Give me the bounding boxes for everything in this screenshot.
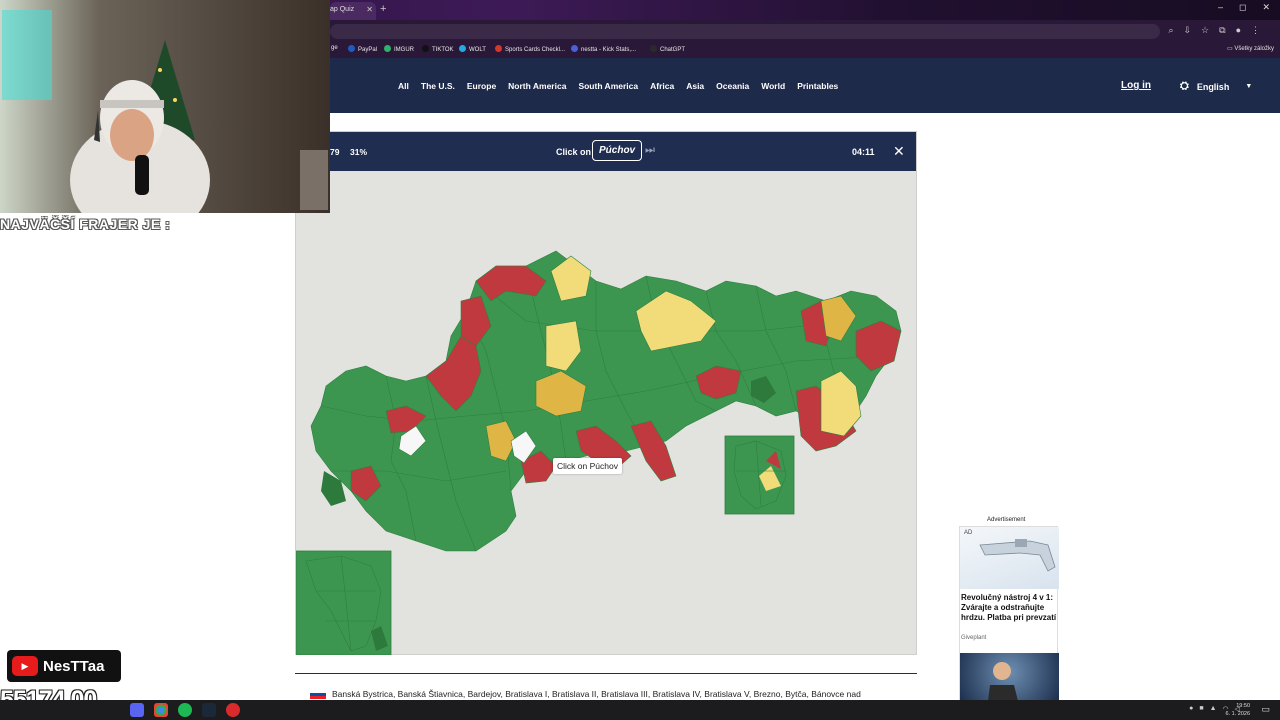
tray-icon[interactable]: ■ — [1199, 705, 1203, 713]
skip-next-icon[interactable]: ⏭ — [645, 144, 655, 157]
quiz-header: 79 31% Click on Púchov ⏭ 04:11 ✕ — [296, 132, 916, 171]
profile-icon[interactable]: ● — [1236, 25, 1241, 36]
discord-icon[interactable] — [130, 703, 144, 717]
new-tab-button[interactable]: + — [380, 3, 386, 15]
extensions-icon[interactable]: ⧉ — [1219, 25, 1225, 36]
app-icon[interactable] — [226, 703, 240, 717]
bookmark-item[interactable]: WOLT — [459, 45, 486, 53]
ad-label: Advertisement — [987, 517, 1026, 523]
language-label: English — [1196, 81, 1230, 92]
target-region-name: Púchov — [592, 140, 643, 161]
inset-kosice[interactable] — [724, 435, 795, 515]
slovakia-flag-icon — [310, 689, 326, 699]
nav-link-oceania[interactable]: Oceania — [716, 81, 749, 91]
main-nav: All The U.S. Europe North America South … — [398, 81, 838, 91]
close-window-button[interactable]: ✕ — [1262, 2, 1270, 13]
youtube-icon: ▶ — [12, 656, 38, 676]
notification-icon[interactable]: ▭ — [1261, 704, 1270, 715]
nav-link-north-america[interactable]: North America — [508, 81, 566, 91]
bookmark-star-icon[interactable]: ☆ — [1201, 25, 1209, 36]
browser-toolbar-icons: ⌕ ⇩ ☆ ⧉ ● ⋮ — [1168, 25, 1260, 36]
ad-brand: Giveplant — [961, 635, 987, 641]
translate-icon: ⛭ — [1180, 80, 1189, 92]
ad-image[interactable] — [960, 527, 1059, 589]
prompt-label: Click on — [556, 147, 592, 157]
bookmark-item[interactable]: IMGUR — [384, 45, 414, 53]
all-bookmarks[interactable]: ▭ Všetky záložky — [1227, 45, 1274, 52]
ad-image-person[interactable] — [960, 653, 1059, 701]
tab-close-icon[interactable]: ✕ — [366, 5, 373, 14]
url-input[interactable] — [330, 24, 1160, 39]
nav-link-africa[interactable]: Africa — [650, 81, 674, 91]
tray-icon[interactable]: ▲ — [1210, 705, 1217, 713]
system-clock[interactable]: 19:50 6. 1. 2026 — [1226, 702, 1250, 718]
clock-date: 6. 1. 2026 — [1225, 711, 1250, 717]
login-link[interactable]: Log in — [1121, 80, 1151, 91]
score-percent: 31% — [350, 147, 368, 157]
chevron-down-icon: ▼ — [1245, 83, 1253, 90]
nav-link-south-america[interactable]: South America — [578, 81, 638, 91]
taskbar-apps — [130, 703, 240, 717]
spotify-icon[interactable] — [178, 703, 192, 717]
bookmark-item[interactable]: ge — [331, 45, 338, 51]
advertisement[interactable]: AD Revolučný nástroj 4 v 1: Zvárajte a o… — [959, 526, 1059, 701]
nav-link-all[interactable]: All — [398, 81, 409, 91]
language-selector[interactable]: ⛭ English ▼ — [1180, 80, 1252, 93]
ad-tag: AD — [964, 530, 973, 536]
browser-tab-active[interactable]: ap Quiz ✕ — [330, 2, 376, 20]
region-list: Banská Bystrica, Banská Štiavnica, Barde… — [310, 689, 861, 699]
nav-link-printables[interactable]: Printables — [797, 81, 838, 91]
stream-overlay-text: NAJVÄČŠÍ FRAJER JE : — [0, 216, 171, 232]
bookmark-item[interactable]: TIKTOK — [422, 45, 454, 53]
nav-link-asia[interactable]: Asia — [686, 81, 704, 91]
bookmark-item[interactable]: ChatGPT — [650, 45, 685, 53]
section-divider — [295, 673, 917, 674]
menu-icon[interactable]: ⋮ — [1251, 25, 1260, 36]
channel-name: NesTTaa — [43, 657, 105, 675]
bookmark-item[interactable]: nestta - Kick Stats,... — [571, 45, 636, 53]
zoom-icon[interactable]: ⌕ — [1168, 25, 1173, 36]
bookmark-item[interactable]: Sports Cards Checkl... — [495, 45, 565, 53]
taskbar: ● ■ ▲ ◠ ◁ 19:50 6. 1. 2026 ▭ — [0, 700, 1280, 720]
close-icon[interactable]: ✕ — [893, 143, 905, 160]
score-value: 79 — [330, 147, 340, 157]
minimize-button[interactable]: – — [1218, 2, 1223, 13]
bookmark-item[interactable]: PayPal — [348, 45, 377, 53]
chrome-icon[interactable] — [154, 703, 168, 717]
youtube-badge: ▶ NesTTaa — [7, 650, 121, 682]
steam-icon[interactable] — [202, 703, 216, 717]
welding-tool-icon — [979, 539, 1056, 572]
map-tooltip: Click on Púchov — [553, 458, 622, 474]
tray-icon[interactable]: ● — [1189, 705, 1193, 713]
maximize-button[interactable]: ◻ — [1239, 2, 1246, 13]
region-list-text: Banská Bystrica, Banská Štiavnica, Barde… — [332, 689, 861, 699]
nav-link-us[interactable]: The U.S. — [421, 81, 455, 91]
quiz-panel: 79 31% Click on Púchov ⏭ 04:11 ✕ — [295, 131, 917, 655]
ad-headline[interactable]: Revolučný nástroj 4 v 1: Zvárajte a odst… — [961, 593, 1057, 623]
person-photo-icon — [988, 662, 1018, 701]
install-icon[interactable]: ⇩ — [1184, 25, 1192, 36]
tab-title: ap Quiz — [330, 6, 355, 13]
nav-link-world[interactable]: World — [761, 81, 785, 91]
clock-time: 19:50 — [1236, 703, 1250, 709]
slovakia-map[interactable] — [296, 171, 916, 655]
timer: 04:11 — [852, 147, 875, 157]
window-controls: – ◻ ✕ — [1218, 2, 1270, 13]
webcam-feed — [0, 0, 330, 213]
nav-link-europe[interactable]: Europe — [467, 81, 496, 91]
webcam-image — [0, 0, 330, 213]
inset-bratislava[interactable] — [296, 550, 392, 655]
